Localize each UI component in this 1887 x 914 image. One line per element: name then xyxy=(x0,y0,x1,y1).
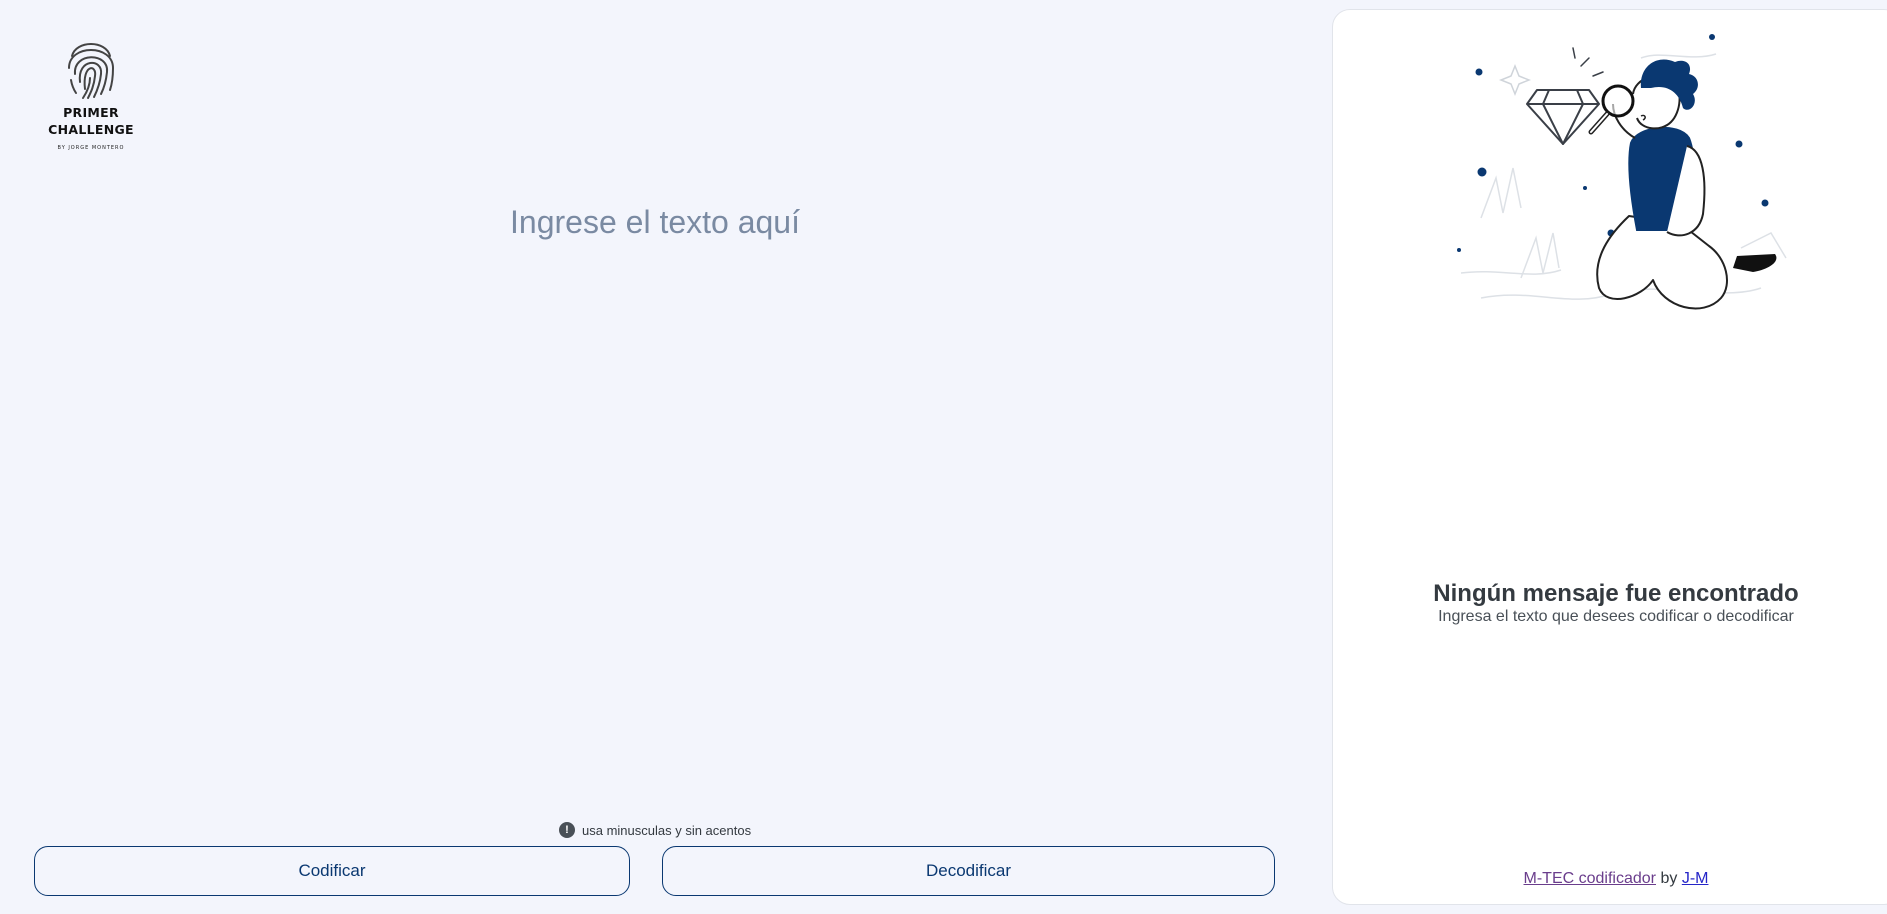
footer-by-text: by xyxy=(1660,870,1678,887)
encode-button[interactable]: Codificar xyxy=(34,846,630,896)
output-panel: Ningún mensaje fue encontrado Ingresa el… xyxy=(1332,9,1887,905)
fingerprint-icon xyxy=(68,43,115,99)
footer: M-TEC codificador by J-M xyxy=(1333,870,1887,888)
logo-byline: BY JORGE MONTERO xyxy=(57,145,125,151)
empty-state-title: Ningún mensaje fue encontrado xyxy=(1433,580,1799,607)
message-input[interactable] xyxy=(150,204,1160,784)
empty-state-subtitle: Ingresa el texto que desees codificar o … xyxy=(1438,608,1794,625)
decode-button[interactable]: Decodificar xyxy=(662,846,1275,896)
project-link[interactable]: M-TEC codificador xyxy=(1524,870,1656,887)
input-hint: ! usa minusculas y sin acentos xyxy=(559,821,751,839)
author-link[interactable]: J-M xyxy=(1682,870,1709,887)
person-with-magnifying-glass-illustration xyxy=(1457,34,1787,310)
hint-text: usa minusculas y sin acentos xyxy=(582,822,752,838)
logo-title: PRIMER CHALLENGE xyxy=(48,105,134,137)
exclamation-circle-icon: ! xyxy=(559,822,575,838)
logo: PRIMER CHALLENGE BY JORGE MONTERO xyxy=(44,34,138,151)
